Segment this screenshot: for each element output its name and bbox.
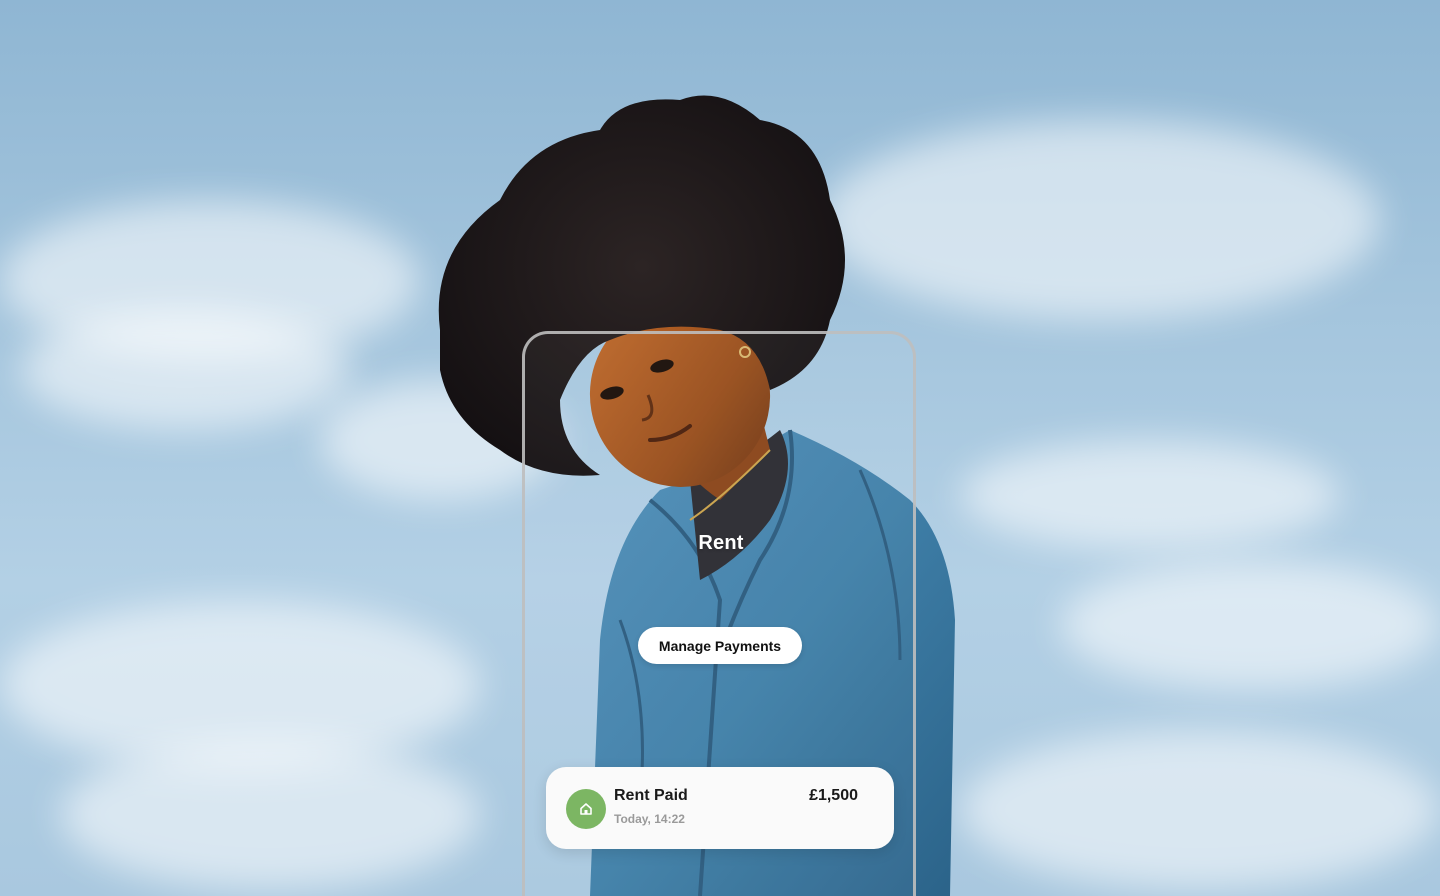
home-icon [566,789,606,829]
payment-title: Rent Paid [614,787,688,804]
hero-scene: Rent Manage Payments Rent Paid Today, 14… [0,0,1440,896]
payment-timestamp: Today, 14:22 [614,812,685,826]
manage-payments-button[interactable]: Manage Payments [638,627,802,664]
payment-amount: £1,500 [809,787,858,804]
payment-notification-card[interactable]: Rent Paid Today, 14:22 £1,500 [546,767,894,849]
screen-title: Rent [698,532,744,554]
